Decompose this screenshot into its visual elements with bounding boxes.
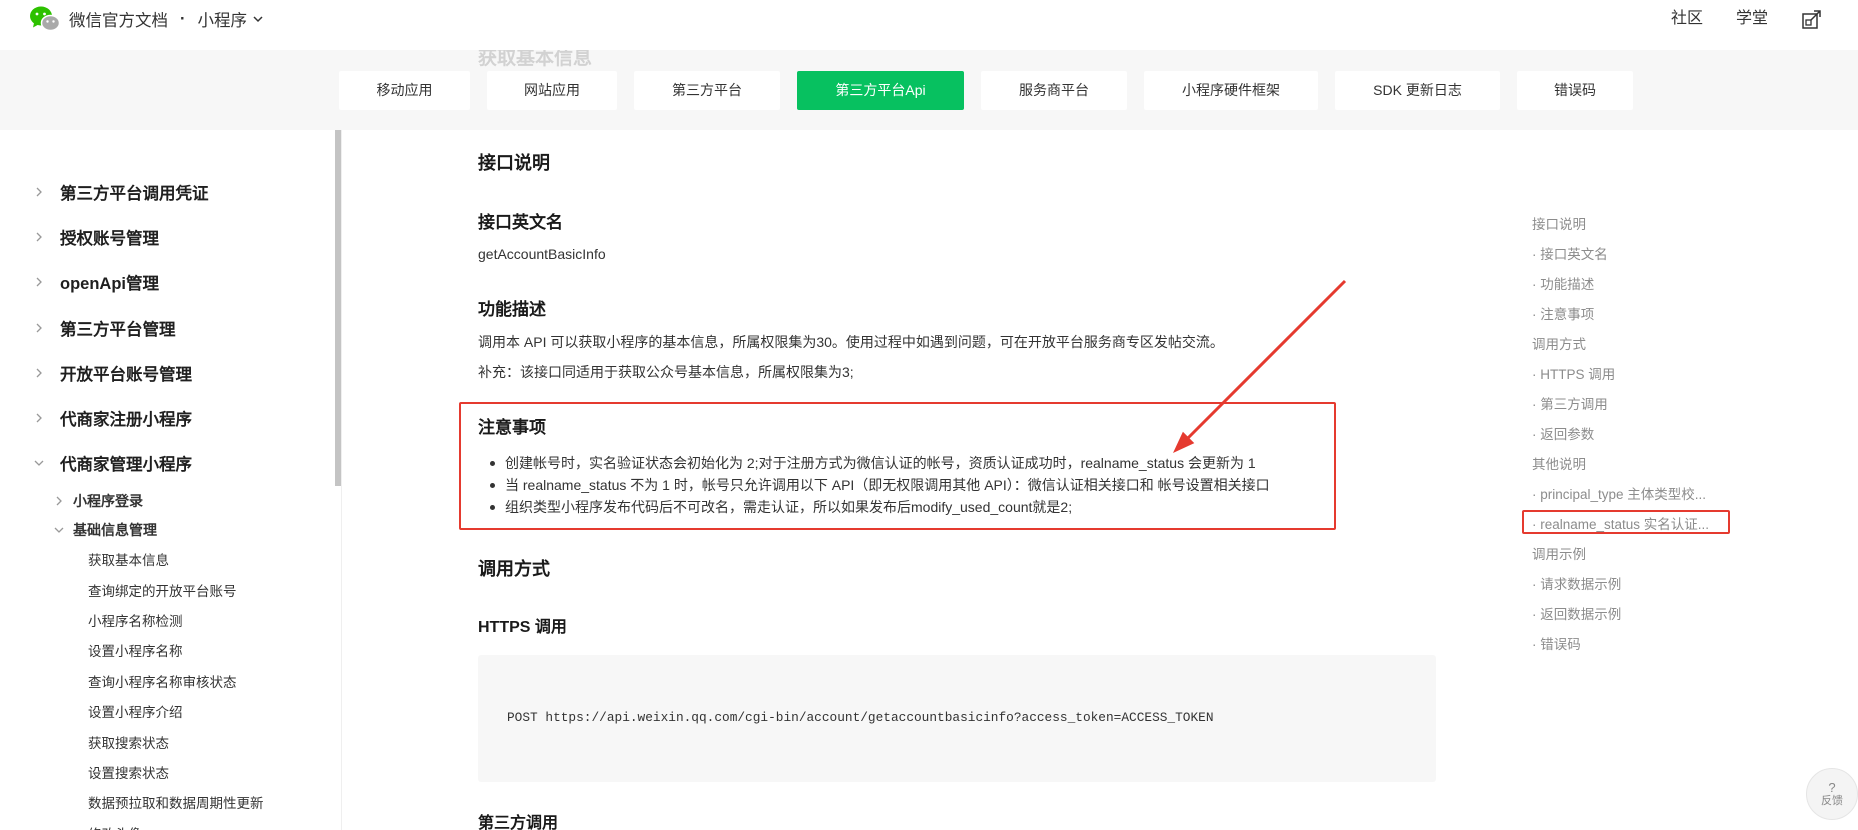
sidebar-list: 第三方平台调用凭证 授权账号管理 openApi管理 第三方平台管理 开放平台账… [0, 130, 335, 830]
chevron-right-icon [56, 496, 62, 506]
sidebar: 第三方平台调用凭证 授权账号管理 openApi管理 第三方平台管理 开放平台账… [0, 130, 335, 830]
sidebar-item[interactable]: 设置搜索状态 [0, 757, 335, 787]
sidebar-item[interactable]: 修改头像 [0, 818, 335, 830]
brand-title[interactable]: 微信官方文档 [69, 7, 168, 31]
sidebar-group-label: openApi管理 [60, 275, 159, 294]
sidebar-subgroup[interactable]: 小程序登录 [0, 486, 335, 516]
sidebar-item[interactable]: 小程序名称检测 [0, 605, 335, 635]
tab-service-provider[interactable]: 服务商平台 [981, 71, 1127, 110]
sidebar-subgroup-label: 基础信息管理 [73, 522, 157, 539]
academy-link[interactable]: 学堂 [1736, 0, 1768, 38]
sidebar-group-label: 授权账号管理 [60, 229, 159, 248]
page-title-ghost: 获取基本信息 [478, 50, 593, 69]
sidebar-item[interactable]: 数据预拉取和数据周期性更新 [0, 787, 335, 817]
sidebar-group-expanded[interactable]: 代商家管理小程序 [0, 441, 335, 486]
sidebar-divider [341, 130, 342, 830]
heading-third-party-call: 第三方调用 [478, 815, 559, 830]
sidebar-subgroup-label: 小程序登录 [73, 493, 143, 510]
chevron-right-icon [36, 413, 42, 423]
help-icon: ? [1828, 779, 1836, 795]
sidebar-group[interactable]: 第三方平台管理 [0, 305, 335, 350]
heading-function-description: 功能描述 [478, 300, 546, 319]
toc-item[interactable]: 接口说明 [1532, 210, 1732, 240]
sidebar-group[interactable]: 开放平台账号管理 [0, 350, 335, 395]
heading-interface-description: 接口说明 [478, 153, 550, 173]
section-label: 小程序 [197, 12, 248, 30]
code-block: POST https://api.weixin.qq.com/cgi-bin/a… [478, 655, 1436, 782]
sidebar-group-label: 代商家管理小程序 [60, 456, 192, 475]
tab-website-app[interactable]: 网站应用 [487, 71, 617, 110]
category-tabs: 移动应用 网站应用 第三方平台 第三方平台Api 服务商平台 小程序硬件框架 S… [339, 71, 1633, 110]
chevron-right-icon [36, 187, 42, 197]
toc-item[interactable]: 第三方调用 [1532, 390, 1732, 420]
heading-notes: 注意事项 [478, 418, 546, 437]
section-switcher[interactable]: 小程序 [198, 7, 265, 31]
feedback-label: 反馈 [1821, 794, 1843, 807]
sidebar-item[interactable]: 获取搜索状态 [0, 726, 335, 756]
toc-item[interactable]: 调用方式 [1532, 330, 1732, 360]
list-item: 创建帐号时，实名验证状态会初始化为 2;对于注册方式为微信认证的帐号，资质认证成… [490, 452, 1270, 474]
chevron-right-icon [36, 323, 42, 332]
tab-error-codes[interactable]: 错误码 [1517, 71, 1633, 110]
sidebar-group-label: 开放平台账号管理 [60, 365, 192, 384]
toc-item[interactable]: 其他说明 [1532, 450, 1732, 480]
top-header: 微信官方文档 · 小程序 社区 学堂 [0, 0, 1858, 50]
heading-https-call: HTTPS 调用 [478, 619, 567, 636]
code-text[interactable]: POST https://api.weixin.qq.com/cgi-bin/a… [507, 709, 1214, 727]
list-item: 组织类型小程序发布代码后不可改名，需走认证，所以如果发布后modify_used… [490, 496, 1270, 518]
community-link[interactable]: 社区 [1671, 0, 1703, 38]
brand: 微信官方文档 · 小程序 [69, 0, 264, 38]
toc-item[interactable]: 请求数据示例 [1532, 570, 1732, 600]
sidebar-group[interactable]: 授权账号管理 [0, 214, 335, 259]
list-item: 当 realname_status 不为 1 时，帐号只允许调用以下 API（即… [490, 474, 1270, 496]
tab-third-party-api[interactable]: 第三方平台Api [797, 71, 964, 110]
sidebar-group[interactable]: 第三方平台调用凭证 [0, 169, 335, 214]
feedback-button[interactable]: ? 反馈 [1806, 768, 1858, 820]
sidebar-subgroup-expanded[interactable]: 基础信息管理 [0, 516, 335, 544]
sidebar-item[interactable]: 查询绑定的开放平台账号 [0, 574, 335, 604]
chevron-right-icon [36, 368, 42, 378]
heading-english-name: 接口英文名 [478, 213, 563, 232]
toc-item[interactable]: HTTPS 调用 [1532, 360, 1732, 390]
chevron-down-icon [34, 460, 44, 467]
external-window-icon[interactable] [1801, 9, 1822, 30]
toc-item[interactable]: 注意事项 [1532, 300, 1732, 330]
table-of-contents: 接口说明 接口英文名 功能描述 注意事项 调用方式 HTTPS 调用 第三方调用… [1532, 210, 1732, 660]
function-description-text: 调用本 API 可以获取小程序的基本信息，所属权限集为30。使用过程中如遇到问题… [478, 334, 1224, 350]
sidebar-group[interactable]: openApi管理 [0, 260, 335, 305]
chevron-down-icon [54, 527, 64, 533]
sidebar-group-label: 第三方平台调用凭证 [60, 184, 209, 203]
toc-annotation-box [1522, 510, 1730, 534]
toc-item[interactable]: 功能描述 [1532, 270, 1732, 300]
sidebar-item[interactable]: 设置小程序名称 [0, 635, 335, 665]
chevron-down-icon [253, 16, 263, 23]
api-english-name: getAccountBasicInfo [478, 246, 606, 262]
tab-third-party-platform[interactable]: 第三方平台 [634, 71, 780, 110]
sidebar-group-label: 代商家注册小程序 [60, 411, 192, 430]
function-supplement-text: 补充：该接口同适用于获取公众号基本信息，所属权限集为3; [478, 364, 854, 380]
toc-item[interactable]: 返回数据示例 [1532, 600, 1732, 630]
sidebar-item[interactable]: 设置小程序介绍 [0, 696, 335, 726]
wechat-logo-icon[interactable] [29, 5, 61, 33]
toc-item[interactable]: 调用示例 [1532, 540, 1732, 570]
toc-item[interactable]: 错误码 [1532, 630, 1732, 660]
toc-item[interactable]: 接口英文名 [1532, 240, 1732, 270]
toc-item[interactable]: principal_type 主体类型校... [1532, 480, 1732, 510]
brand-separator: · [180, 9, 186, 28]
notes-list: 创建帐号时，实名验证状态会初始化为 2;对于注册方式为微信认证的帐号，资质认证成… [490, 452, 1270, 518]
toc-item[interactable]: 返回参数 [1532, 420, 1732, 450]
chevron-right-icon [36, 277, 42, 287]
chevron-right-icon [36, 232, 42, 242]
heading-call-method: 调用方式 [478, 559, 550, 579]
sidebar-group[interactable]: 代商家注册小程序 [0, 395, 335, 440]
sidebar-group-label: 第三方平台管理 [60, 320, 176, 339]
sidebar-item[interactable]: 获取基本信息 [0, 544, 335, 574]
tab-hardware-framework[interactable]: 小程序硬件框架 [1144, 71, 1318, 110]
tab-mobile-app[interactable]: 移动应用 [339, 71, 470, 110]
sidebar-item[interactable]: 查询小程序名称审核状态 [0, 666, 335, 696]
tab-sdk-changelog[interactable]: SDK 更新日志 [1335, 71, 1500, 110]
